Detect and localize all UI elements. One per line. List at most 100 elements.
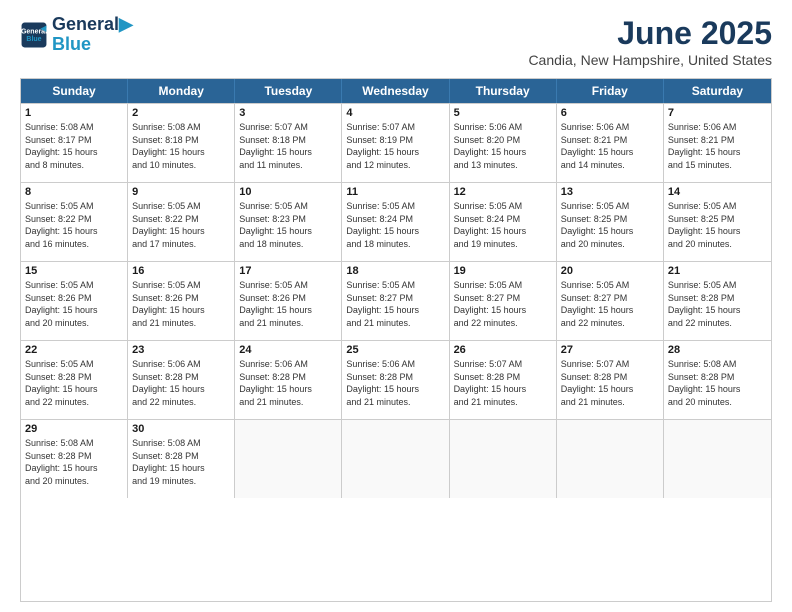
cal-cell-1-2: 10 Sunrise: 5:05 AM Sunset: 8:23 PM Dayli… xyxy=(235,183,342,261)
weekday-tuesday: Tuesday xyxy=(235,79,342,103)
day-info: Sunrise: 5:05 AM Sunset: 8:22 PM Dayligh… xyxy=(25,200,123,250)
day-number: 10 xyxy=(239,186,337,198)
day-info: Sunrise: 5:08 AM Sunset: 8:17 PM Dayligh… xyxy=(25,121,123,171)
location: Candia, New Hampshire, United States xyxy=(528,52,772,68)
day-number: 15 xyxy=(25,265,123,277)
cal-cell-2-5: 20 Sunrise: 5:05 AM Sunset: 8:27 PM Dayli… xyxy=(557,262,664,340)
day-info: Sunrise: 5:05 AM Sunset: 8:23 PM Dayligh… xyxy=(239,200,337,250)
day-number: 6 xyxy=(561,107,659,119)
logo-icon: General Blue xyxy=(20,21,48,49)
weekday-thursday: Thursday xyxy=(450,79,557,103)
day-number: 19 xyxy=(454,265,552,277)
cal-cell-3-5: 27Sunrise: 5:07 AM Sunset: 8:28 PM Dayli… xyxy=(557,341,664,419)
day-info: Sunrise: 5:05 AM Sunset: 8:27 PM Dayligh… xyxy=(561,279,659,329)
cal-cell-3-6: 28 Sunrise: 5:08 AM Sunset: 8:28 PM Dayli… xyxy=(664,341,771,419)
day-number: 22 xyxy=(25,344,123,356)
day-number: 3 xyxy=(239,107,337,119)
calendar-row-1: 8 Sunrise: 5:05 AM Sunset: 8:22 PM Daylig… xyxy=(21,182,771,261)
day-info: Sunrise: 5:06 AM Sunset: 8:21 PM Dayligh… xyxy=(668,121,767,171)
day-info: Sunrise: 5:07 AM Sunset: 8:28 PM Dayligh… xyxy=(561,358,659,408)
day-info: Sunrise: 5:05 AM Sunset: 8:26 PM Dayligh… xyxy=(25,279,123,329)
day-info: Sunrise: 5:06 AM Sunset: 8:20 PM Dayligh… xyxy=(454,121,552,171)
day-number: 28 xyxy=(668,344,767,356)
cal-cell-4-2 xyxy=(235,420,342,498)
month-title: June 2025 xyxy=(528,15,772,52)
day-info: Sunrise: 5:08 AM Sunset: 8:18 PM Dayligh… xyxy=(132,121,230,171)
day-number: 12 xyxy=(454,186,552,198)
cal-cell-1-5: 13Sunrise: 5:05 AM Sunset: 8:25 PM Dayli… xyxy=(557,183,664,261)
day-number: 25 xyxy=(346,344,444,356)
day-number: 4 xyxy=(346,107,444,119)
day-info: Sunrise: 5:06 AM Sunset: 8:21 PM Dayligh… xyxy=(561,121,659,171)
day-info: Sunrise: 5:05 AM Sunset: 8:28 PM Dayligh… xyxy=(668,279,767,329)
day-info: Sunrise: 5:06 AM Sunset: 8:28 PM Dayligh… xyxy=(346,358,444,408)
day-info: Sunrise: 5:08 AM Sunset: 8:28 PM Dayligh… xyxy=(132,437,230,487)
svg-text:Blue: Blue xyxy=(26,36,41,43)
cal-cell-2-4: 19 Sunrise: 5:05 AM Sunset: 8:27 PM Dayli… xyxy=(450,262,557,340)
cal-cell-2-0: 15 Sunrise: 5:05 AM Sunset: 8:26 PM Dayli… xyxy=(21,262,128,340)
cal-cell-3-3: 25 Sunrise: 5:06 AM Sunset: 8:28 PM Dayli… xyxy=(342,341,449,419)
title-block: June 2025 Candia, New Hampshire, United … xyxy=(528,15,772,68)
day-number: 11 xyxy=(346,186,444,198)
day-number: 21 xyxy=(668,265,767,277)
day-number: 8 xyxy=(25,186,123,198)
day-info: Sunrise: 5:06 AM Sunset: 8:28 PM Dayligh… xyxy=(132,358,230,408)
day-info: Sunrise: 5:05 AM Sunset: 8:28 PM Dayligh… xyxy=(25,358,123,408)
cal-cell-1-4: 12 Sunrise: 5:05 AM Sunset: 8:24 PM Dayli… xyxy=(450,183,557,261)
day-number: 24 xyxy=(239,344,337,356)
cal-cell-4-0: 29 Sunrise: 5:08 AM Sunset: 8:28 PM Dayli… xyxy=(21,420,128,498)
day-info: Sunrise: 5:07 AM Sunset: 8:19 PM Dayligh… xyxy=(346,121,444,171)
day-info: Sunrise: 5:05 AM Sunset: 8:26 PM Dayligh… xyxy=(239,279,337,329)
cal-cell-1-1: 9Sunrise: 5:05 AM Sunset: 8:22 PM Daylig… xyxy=(128,183,235,261)
cal-cell-0-0: 1 Sunrise: 5:08 AM Sunset: 8:17 PM Daylig… xyxy=(21,104,128,182)
day-number: 17 xyxy=(239,265,337,277)
calendar-body: 1 Sunrise: 5:08 AM Sunset: 8:17 PM Daylig… xyxy=(21,103,771,498)
cal-cell-3-1: 23 Sunrise: 5:06 AM Sunset: 8:28 PM Dayli… xyxy=(128,341,235,419)
cal-cell-1-0: 8 Sunrise: 5:05 AM Sunset: 8:22 PM Daylig… xyxy=(21,183,128,261)
cal-cell-0-1: 2Sunrise: 5:08 AM Sunset: 8:18 PM Daylig… xyxy=(128,104,235,182)
day-info: Sunrise: 5:05 AM Sunset: 8:25 PM Dayligh… xyxy=(668,200,767,250)
day-info: Sunrise: 5:07 AM Sunset: 8:18 PM Dayligh… xyxy=(239,121,337,171)
cal-cell-4-3 xyxy=(342,420,449,498)
calendar-row-0: 1 Sunrise: 5:08 AM Sunset: 8:17 PM Daylig… xyxy=(21,103,771,182)
cal-cell-0-5: 6 Sunrise: 5:06 AM Sunset: 8:21 PM Daylig… xyxy=(557,104,664,182)
page: General Blue General▶ Blue June 2025 Can… xyxy=(0,0,792,612)
cal-cell-0-2: 3 Sunrise: 5:07 AM Sunset: 8:18 PM Daylig… xyxy=(235,104,342,182)
cal-cell-4-1: 30 Sunrise: 5:08 AM Sunset: 8:28 PM Dayli… xyxy=(128,420,235,498)
calendar-row-2: 15 Sunrise: 5:05 AM Sunset: 8:26 PM Dayli… xyxy=(21,261,771,340)
calendar-header: Sunday Monday Tuesday Wednesday Thursday… xyxy=(21,79,771,103)
weekday-friday: Friday xyxy=(557,79,664,103)
day-info: Sunrise: 5:05 AM Sunset: 8:24 PM Dayligh… xyxy=(346,200,444,250)
day-info: Sunrise: 5:05 AM Sunset: 8:24 PM Dayligh… xyxy=(454,200,552,250)
day-number: 29 xyxy=(25,423,123,435)
cal-cell-3-2: 24 Sunrise: 5:06 AM Sunset: 8:28 PM Dayli… xyxy=(235,341,342,419)
day-number: 30 xyxy=(132,423,230,435)
day-number: 9 xyxy=(132,186,230,198)
cal-cell-4-5 xyxy=(557,420,664,498)
day-info: Sunrise: 5:05 AM Sunset: 8:25 PM Dayligh… xyxy=(561,200,659,250)
cal-cell-4-4 xyxy=(450,420,557,498)
cal-cell-3-0: 22 Sunrise: 5:05 AM Sunset: 8:28 PM Dayli… xyxy=(21,341,128,419)
day-info: Sunrise: 5:07 AM Sunset: 8:28 PM Dayligh… xyxy=(454,358,552,408)
day-number: 20 xyxy=(561,265,659,277)
day-info: Sunrise: 5:05 AM Sunset: 8:27 PM Dayligh… xyxy=(346,279,444,329)
cal-cell-2-3: 18Sunrise: 5:05 AM Sunset: 8:27 PM Dayli… xyxy=(342,262,449,340)
day-number: 1 xyxy=(25,107,123,119)
day-info: Sunrise: 5:05 AM Sunset: 8:26 PM Dayligh… xyxy=(132,279,230,329)
day-info: Sunrise: 5:08 AM Sunset: 8:28 PM Dayligh… xyxy=(25,437,123,487)
day-number: 7 xyxy=(668,107,767,119)
cal-cell-1-3: 11 Sunrise: 5:05 AM Sunset: 8:24 PM Dayli… xyxy=(342,183,449,261)
day-info: Sunrise: 5:08 AM Sunset: 8:28 PM Dayligh… xyxy=(668,358,767,408)
day-number: 16 xyxy=(132,265,230,277)
day-number: 14 xyxy=(668,186,767,198)
calendar-row-4: 29 Sunrise: 5:08 AM Sunset: 8:28 PM Dayli… xyxy=(21,419,771,498)
cal-cell-3-4: 26Sunrise: 5:07 AM Sunset: 8:28 PM Dayli… xyxy=(450,341,557,419)
weekday-wednesday: Wednesday xyxy=(342,79,449,103)
weekday-sunday: Sunday xyxy=(21,79,128,103)
cal-cell-0-3: 4 Sunrise: 5:07 AM Sunset: 8:19 PM Daylig… xyxy=(342,104,449,182)
calendar: Sunday Monday Tuesday Wednesday Thursday… xyxy=(20,78,772,602)
day-info: Sunrise: 5:05 AM Sunset: 8:27 PM Dayligh… xyxy=(454,279,552,329)
day-info: Sunrise: 5:06 AM Sunset: 8:28 PM Dayligh… xyxy=(239,358,337,408)
logo: General Blue General▶ Blue xyxy=(20,15,133,55)
day-number: 23 xyxy=(132,344,230,356)
